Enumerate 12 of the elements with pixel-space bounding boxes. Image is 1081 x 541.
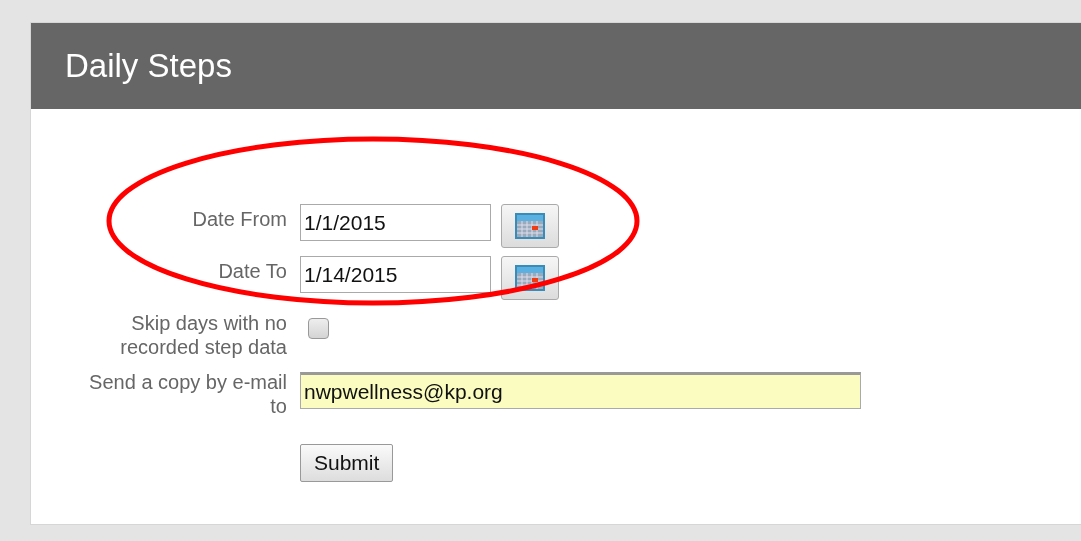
date-field[interactable]: 1/1/2015 <box>300 204 491 241</box>
field-label: Date From <box>191 207 287 231</box>
field-label: Skip days with no recorded step data <box>119 311 287 359</box>
field-label: Send a copy by e-mail to <box>88 370 287 418</box>
submit-button[interactable]: Submit <box>300 444 394 482</box>
email-field[interactable]: nwpwellness@kp.org <box>300 372 861 409</box>
checkbox[interactable] <box>308 318 329 339</box>
date-field[interactable]: 1/14/2015 <box>300 256 491 293</box>
panel-title: Daily Steps <box>65 47 232 85</box>
calendar-icon <box>515 213 545 239</box>
calendar-button[interactable] <box>501 204 559 248</box>
field-label: Date To <box>217 259 287 283</box>
